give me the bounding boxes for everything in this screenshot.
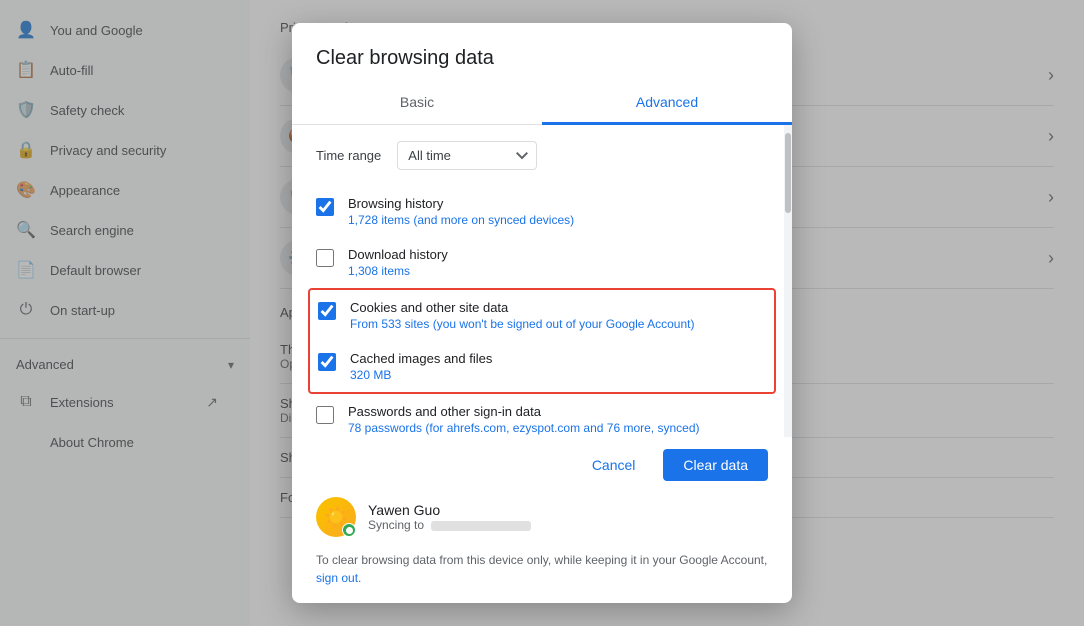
scrollbar-thumb[interactable]	[785, 133, 791, 213]
highlighted-items-box: Cookies and other site data From 533 sit…	[308, 288, 776, 394]
cached-title: Cached images and files	[350, 351, 492, 366]
time-range-select[interactable]: Last hourLast 24 hoursLast 7 daysLast 4 …	[397, 141, 537, 170]
download-history-title: Download history	[348, 247, 448, 262]
checkbox-download-history: Download history 1,308 items	[316, 237, 768, 288]
sign-out-link[interactable]: sign out.	[316, 571, 361, 585]
browsing-history-sub: 1,728 items (and more on synced devices)	[348, 213, 574, 227]
footer-note: To clear browsing data from this device …	[316, 551, 768, 587]
dialog-tabs: Basic Advanced	[292, 82, 792, 125]
dialog-title: Clear browsing data	[292, 23, 792, 82]
scrollbar-track[interactable]	[784, 125, 792, 437]
user-text: Yawen Guo Syncing to	[368, 502, 531, 532]
checkbox-passwords: Passwords and other sign-in data 78 pass…	[316, 394, 768, 437]
cookies-checkbox[interactable]	[318, 302, 336, 320]
footer-note-text: To clear browsing data from this device …	[316, 553, 767, 567]
user-sync-bar	[431, 521, 531, 531]
download-history-content: Download history 1,308 items	[348, 247, 448, 278]
passwords-content: Passwords and other sign-in data 78 pass…	[348, 404, 700, 435]
time-range-row: Time range Last hourLast 24 hoursLast 7 …	[316, 141, 768, 170]
passwords-title: Passwords and other sign-in data	[348, 404, 700, 419]
cached-sub: 320 MB	[350, 368, 492, 382]
user-name: Yawen Guo	[368, 502, 531, 518]
cached-content: Cached images and files 320 MB	[350, 351, 492, 382]
tab-basic[interactable]: Basic	[292, 82, 542, 125]
user-sync-prefix: Syncing to	[368, 518, 424, 532]
passwords-sub: 78 passwords (for ahrefs.com, ezyspot.co…	[348, 421, 700, 435]
clear-data-button[interactable]: Clear data	[663, 449, 768, 481]
passwords-checkbox[interactable]	[316, 406, 334, 424]
user-sync-badge	[342, 523, 356, 537]
download-history-checkbox[interactable]	[316, 249, 334, 267]
download-history-checkbox-wrapper[interactable]	[316, 249, 334, 267]
browsing-history-checkbox-wrapper[interactable]	[316, 198, 334, 216]
user-avatar-wrap: ☀️	[316, 497, 356, 537]
cookies-content: Cookies and other site data From 533 sit…	[350, 300, 694, 331]
cached-checkbox[interactable]	[318, 353, 336, 371]
checkbox-cookies: Cookies and other site data From 533 sit…	[318, 290, 766, 341]
browsing-history-title: Browsing history	[348, 196, 574, 211]
user-sync: Syncing to	[368, 518, 531, 532]
browsing-history-content: Browsing history 1,728 items (and more o…	[348, 196, 574, 227]
download-history-sub: 1,308 items	[348, 264, 448, 278]
time-range-label: Time range	[316, 148, 381, 163]
dialog-buttons: Cancel Clear data	[316, 449, 768, 481]
clear-browsing-data-dialog: Clear browsing data Basic Advanced Time …	[292, 23, 792, 603]
passwords-checkbox-wrapper[interactable]	[316, 406, 334, 424]
checkbox-cached: Cached images and files 320 MB	[318, 341, 766, 392]
cookies-checkbox-wrapper[interactable]	[318, 302, 336, 320]
cookies-title: Cookies and other site data	[350, 300, 694, 315]
user-info: ☀️ Yawen Guo Syncing to	[316, 497, 768, 537]
dialog-body: Time range Last hourLast 24 hoursLast 7 …	[292, 125, 792, 437]
cached-checkbox-wrapper[interactable]	[318, 353, 336, 371]
cookies-sub: From 533 sites (you won't be signed out …	[350, 317, 694, 331]
cancel-button[interactable]: Cancel	[572, 449, 656, 481]
tab-advanced[interactable]: Advanced	[542, 82, 792, 125]
dialog-footer: Cancel Clear data ☀️ Yawen Guo Syncing t…	[292, 437, 792, 603]
browsing-history-checkbox[interactable]	[316, 198, 334, 216]
dialog-backdrop: Clear browsing data Basic Advanced Time …	[0, 0, 1084, 626]
checkbox-browsing-history: Browsing history 1,728 items (and more o…	[316, 186, 768, 237]
